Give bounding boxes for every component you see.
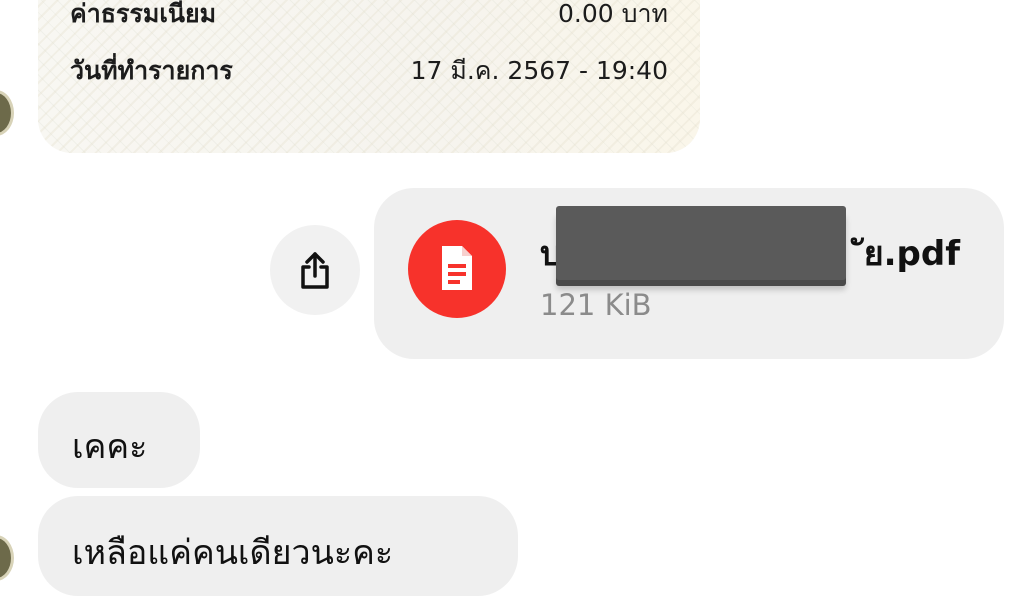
share-icon <box>301 252 329 289</box>
file-name-end: ัย.pdf <box>863 234 960 274</box>
redaction-box <box>556 206 846 280</box>
transfer-receipt-image[interactable]: ค่าธรรมเนียม 0.00 บาท วันที่ทำรายการ 17 … <box>38 0 700 153</box>
fee-label: ค่าธรรมเนียม <box>70 0 217 28</box>
message-text: เคคะ <box>72 427 148 467</box>
sender-avatar[interactable] <box>0 535 14 581</box>
file-size: 121 KiB <box>540 288 652 322</box>
document-icon <box>442 246 472 290</box>
fee-value: 0.00 บาท <box>558 0 668 28</box>
transaction-date-label: วันที่ทำรายการ <box>70 56 233 85</box>
transaction-date-value: 17 มี.ค. 2567 - 19:40 <box>410 56 668 85</box>
message-bubble[interactable]: เหลือแค่คนเดียวนะคะ <box>38 496 518 596</box>
file-icon-badge <box>408 220 506 318</box>
message-bubble[interactable]: เคคะ <box>38 392 200 488</box>
share-button[interactable] <box>270 225 360 315</box>
sender-avatar[interactable] <box>0 90 14 136</box>
message-text: เหลือแค่คนเดียวนะคะ <box>72 533 394 573</box>
file-attachment-bubble[interactable]: บ ัย.pdf 121 KiB <box>374 188 1004 359</box>
